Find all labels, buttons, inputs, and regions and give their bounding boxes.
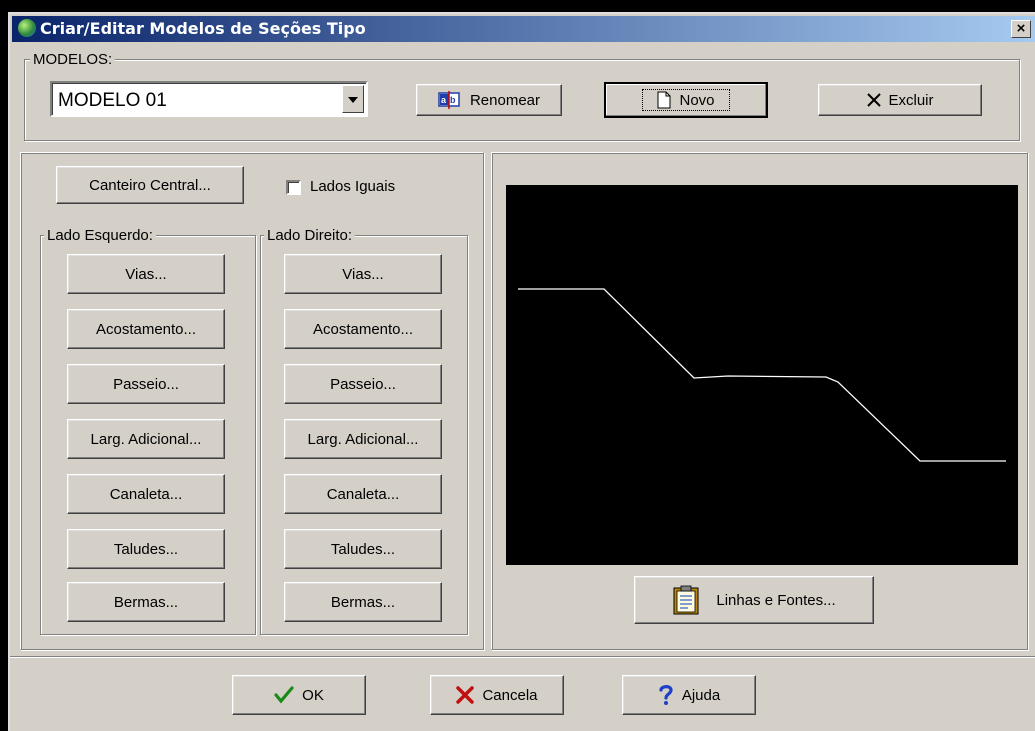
new-button[interactable]: Novo: [604, 82, 768, 118]
clipboard-icon: [673, 585, 699, 615]
new-button-label: Novo: [679, 91, 715, 109]
rename-button-label: Renomear: [469, 91, 541, 109]
window-title: Criar/Editar Modelos de Seções Tipo: [40, 19, 366, 38]
left-canaleta-label: Canaleta...: [109, 485, 183, 503]
left-vias-label: Vias...: [125, 265, 167, 283]
right-acostamento-label: Acostamento...: [312, 320, 414, 338]
dialog-window: Criar/Editar Modelos de Seções Tipo × MO…: [8, 12, 1035, 731]
right-passeio-label: Passeio...: [330, 375, 396, 393]
linhas-fontes-button[interactable]: Linhas e Fontes...: [634, 576, 874, 624]
right-canaleta-button[interactable]: Canaleta...: [284, 474, 442, 514]
left-canaleta-button[interactable]: Canaleta...: [67, 474, 225, 514]
section-profile-line: [518, 288, 1006, 462]
question-mark-icon: [659, 685, 673, 705]
delete-button-label: Excluir: [888, 91, 934, 109]
right-canaleta-label: Canaleta...: [326, 485, 400, 503]
red-x-icon: [456, 686, 475, 704]
left-larg-adicional-button[interactable]: Larg. Adicional...: [67, 419, 225, 459]
help-button[interactable]: Ajuda: [622, 675, 756, 715]
right-bermas-button[interactable]: Bermas...: [284, 582, 442, 622]
cancel-button-label: Cancela: [482, 686, 538, 704]
left-bermas-button[interactable]: Bermas...: [67, 582, 225, 622]
title-bar: Criar/Editar Modelos de Seções Tipo ×: [12, 16, 1035, 42]
delete-button[interactable]: Excluir: [818, 84, 982, 116]
canteiro-central-label: Canteiro Central...: [89, 176, 211, 194]
modelos-label: MODELOS:: [30, 52, 116, 68]
rename-icon: a b: [438, 91, 460, 109]
section-profile-drawing: [518, 288, 1006, 462]
new-document-icon: [657, 91, 671, 109]
x-icon: [867, 93, 882, 107]
right-acostamento-button[interactable]: Acostamento...: [284, 309, 442, 349]
right-larg-adicional-label: Larg. Adicional...: [307, 430, 419, 448]
canteiro-central-button[interactable]: Canteiro Central...: [56, 166, 244, 204]
section-preview-canvas: [506, 185, 1018, 565]
left-passeio-label: Passeio...: [113, 375, 179, 393]
left-bermas-label: Bermas...: [113, 593, 179, 611]
ok-button-label: OK: [302, 686, 324, 704]
right-larg-adicional-button[interactable]: Larg. Adicional...: [284, 419, 442, 459]
svg-text:b: b: [450, 95, 456, 105]
chevron-down-icon[interactable]: [342, 85, 364, 113]
help-button-label: Ajuda: [681, 686, 721, 704]
left-acostamento-label: Acostamento...: [95, 320, 197, 338]
left-side-label: Lado Esquerdo:: [44, 228, 156, 244]
right-passeio-button[interactable]: Passeio...: [284, 364, 442, 404]
lados-iguais-checkbox[interactable]: [286, 180, 301, 195]
left-larg-adicional-label: Larg. Adicional...: [90, 430, 202, 448]
lados-iguais-label: Lados Iguais: [310, 178, 396, 195]
right-bermas-label: Bermas...: [330, 593, 396, 611]
globe-icon: [18, 19, 36, 37]
new-button-focus: Novo: [642, 89, 730, 111]
right-side-label: Lado Direito:: [264, 228, 356, 244]
left-taludes-label: Taludes...: [113, 540, 179, 558]
right-vias-label: Vias...: [342, 265, 384, 283]
rename-button[interactable]: a b Renomear: [416, 84, 562, 116]
model-select[interactable]: MODELO 01: [50, 81, 368, 117]
left-taludes-button[interactable]: Taludes...: [67, 529, 225, 569]
ok-button[interactable]: OK: [232, 675, 366, 715]
right-vias-button[interactable]: Vias...: [284, 254, 442, 294]
model-select-value: MODELO 01: [58, 90, 167, 111]
checkmark-icon: [274, 686, 294, 704]
left-passeio-button[interactable]: Passeio...: [67, 364, 225, 404]
left-vias-button[interactable]: Vias...: [67, 254, 225, 294]
linhas-fontes-label: Linhas e Fontes...: [716, 591, 836, 609]
right-taludes-label: Taludes...: [330, 540, 396, 558]
cancel-button[interactable]: Cancela: [430, 675, 564, 715]
close-button[interactable]: ×: [1011, 20, 1031, 38]
footer-separator: [10, 656, 1035, 658]
right-taludes-button[interactable]: Taludes...: [284, 529, 442, 569]
left-acostamento-button[interactable]: Acostamento...: [67, 309, 225, 349]
